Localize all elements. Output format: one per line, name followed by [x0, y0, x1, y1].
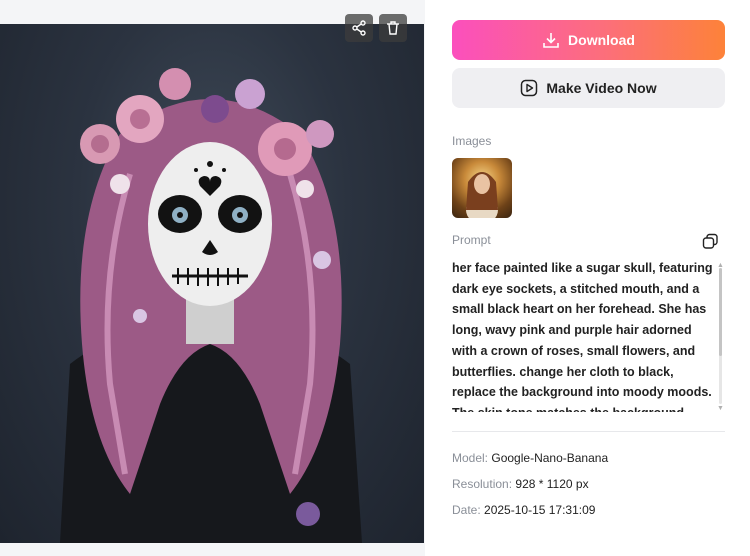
make-video-label: Make Video Now — [546, 80, 657, 96]
divider — [452, 431, 725, 432]
scroll-down-arrow-icon[interactable]: ▼ — [717, 405, 724, 412]
download-button[interactable]: Download — [452, 20, 725, 60]
copy-icon[interactable] — [702, 233, 719, 250]
model-key: Model: — [452, 451, 489, 465]
share-icon — [352, 20, 366, 36]
reference-image-thumbnail[interactable] — [452, 158, 512, 218]
prompt-scrollbar[interactable]: ▲ ▼ — [716, 262, 724, 412]
make-video-button[interactable]: Make Video Now — [452, 68, 725, 108]
share-button[interactable] — [345, 14, 373, 42]
scroll-thumb[interactable] — [719, 268, 722, 356]
download-label: Download — [568, 32, 635, 48]
trash-icon — [387, 21, 399, 35]
images-heading: Images — [452, 134, 492, 148]
generated-image-panel — [0, 0, 425, 556]
delete-button[interactable] — [379, 14, 407, 42]
resolution-info: Resolution: 928 * 1120 px — [452, 477, 589, 491]
date-key: Date: — [452, 503, 481, 517]
date-value: 2025-10-15 17:31:09 — [484, 503, 596, 517]
prompt-text: her face painted like a sugar skull, fea… — [452, 261, 713, 412]
resolution-value: 928 * 1120 px — [515, 477, 589, 491]
resolution-key: Resolution: — [452, 477, 513, 491]
model-value: Google-Nano-Banana — [491, 451, 609, 465]
prompt-heading: Prompt — [452, 233, 491, 247]
download-icon — [543, 33, 559, 48]
play-icon — [521, 79, 538, 97]
generated-image[interactable] — [0, 24, 424, 543]
date-info: Date: 2025-10-15 17:31:09 — [452, 503, 595, 517]
model-info: Model: Google-Nano-Banana — [452, 451, 608, 465]
